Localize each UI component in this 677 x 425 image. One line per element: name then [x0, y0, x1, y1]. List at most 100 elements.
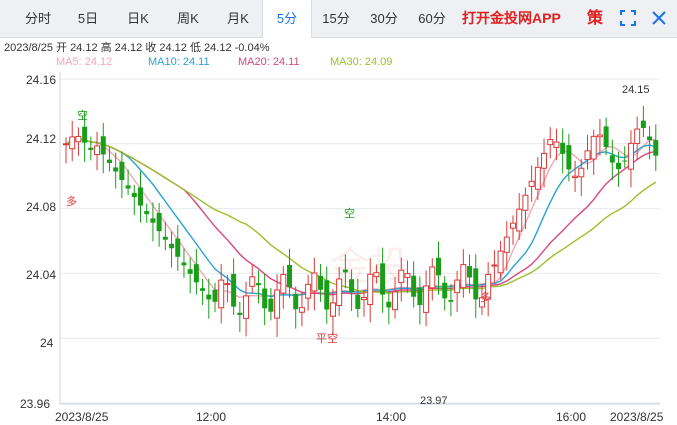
candle-body-94 — [647, 136, 653, 141]
candle-body-78 — [547, 138, 554, 146]
candle-body-33 — [268, 298, 274, 312]
candle-body-31 — [255, 283, 261, 286]
y-tick-23.96: 23.96 — [20, 397, 51, 411]
candle-body-12 — [138, 187, 143, 206]
candle-body-65 — [467, 266, 473, 278]
candle-body-5 — [94, 145, 101, 156]
candle-body-53 — [392, 291, 399, 311]
candle-body-36 — [287, 264, 292, 288]
candle-body-24 — [212, 289, 218, 302]
candle-body-3 — [82, 126, 88, 143]
candle-body-79 — [553, 141, 560, 148]
candle-body-39 — [305, 283, 312, 299]
candle-body-75 — [528, 180, 535, 187]
candle-body-20 — [187, 269, 193, 274]
y-tick-24.04: 24.04 — [26, 268, 57, 282]
candle-body-58 — [423, 285, 430, 313]
candle-body-64 — [460, 264, 467, 289]
candle-body-40 — [311, 272, 318, 292]
candle-body-47 — [355, 294, 361, 309]
candle-body-34 — [274, 289, 281, 319]
y-tick-24.08: 24.08 — [26, 200, 57, 214]
candle-body-8 — [113, 167, 119, 172]
candle-body-48 — [361, 297, 367, 301]
candle-body-2 — [75, 135, 82, 143]
candle-body-54 — [398, 269, 405, 284]
candle-body-29 — [243, 295, 250, 319]
candle-body-19 — [181, 262, 187, 266]
candle-body-13 — [144, 211, 150, 215]
candle-body-45 — [342, 269, 348, 273]
candle-body-0 — [63, 143, 69, 146]
candle-body-95 — [653, 140, 659, 156]
candle-body-70 — [497, 250, 504, 274]
candle-body-73 — [516, 208, 523, 232]
candle-body-81 — [566, 145, 572, 170]
x-label-1200: 12:00 — [196, 410, 227, 424]
max-price-label: 24.15 — [622, 84, 650, 96]
candle-body-49 — [367, 273, 374, 306]
candle-body-28 — [237, 312, 243, 315]
y-tick-24.16: 24.16 — [26, 73, 57, 87]
candle-body-57 — [417, 287, 423, 306]
candle-body-82 — [572, 175, 579, 179]
candle-body-77 — [541, 152, 548, 169]
candle-body-74 — [522, 194, 529, 211]
candle-body-62 — [448, 300, 454, 302]
x-label-1600: 16:00 — [556, 410, 587, 424]
candle-body-69 — [491, 264, 498, 267]
candle-body-14 — [150, 218, 156, 223]
min-price-label: 23.97 — [420, 395, 448, 407]
candle-body-83 — [578, 167, 585, 178]
candle-body-15 — [156, 212, 162, 232]
candle-body-61 — [442, 282, 448, 299]
candle-body-42 — [324, 280, 330, 310]
candle-body-87 — [603, 126, 609, 148]
candle-body-59 — [429, 266, 436, 289]
candle-body-71 — [503, 236, 510, 253]
candle-body-9 — [119, 161, 125, 181]
candle-body-52 — [386, 301, 392, 308]
signal-short-2: 空 — [344, 208, 355, 220]
candle-body-85 — [590, 135, 597, 160]
candle-body-22 — [200, 288, 206, 291]
candle-body-86 — [596, 134, 603, 138]
candle-body-35 — [280, 273, 287, 294]
candle-body-76 — [534, 166, 541, 190]
candle-body-80 — [560, 142, 566, 154]
candle-body-93 — [640, 120, 646, 128]
candle-body-37 — [293, 293, 299, 310]
candle-body-46 — [349, 279, 355, 293]
x-label-end: 2023/8/25 — [610, 410, 664, 424]
y-tick-24.12: 24.12 — [26, 132, 57, 146]
signal-close-short: 平空 — [316, 333, 338, 345]
y-tick-24: 24 — [40, 336, 54, 350]
signal-long-2: 多 — [480, 292, 491, 304]
candle-body-89 — [616, 162, 622, 170]
candle-body-17 — [169, 243, 175, 249]
candle-body-16 — [162, 236, 168, 240]
x-label-start: 2023/8/25 — [55, 410, 109, 424]
candle-body-60 — [436, 257, 441, 276]
candlestick-chart: 金投 — [59, 72, 660, 405]
candle-body-43 — [329, 302, 336, 317]
candle-body-6 — [100, 136, 106, 155]
candle-body-4 — [88, 147, 94, 150]
candle-body-11 — [131, 192, 137, 198]
candle-body-30 — [249, 276, 256, 287]
candle-body-21 — [193, 264, 199, 283]
candle-body-55 — [404, 273, 411, 278]
signal-short-1: 空 — [77, 110, 88, 122]
candle-body-92 — [634, 128, 641, 144]
candle-body-41 — [318, 275, 324, 290]
x-label-1400: 14:00 — [376, 410, 407, 424]
candle-body-66 — [473, 268, 479, 300]
candle-body-88 — [609, 155, 615, 163]
candle-body-23 — [206, 294, 212, 300]
candle-body-63 — [454, 279, 461, 294]
signal-long-1: 多 — [66, 196, 77, 208]
candle-body-27 — [231, 273, 237, 307]
candle-body-72 — [510, 222, 516, 229]
candle-body-38 — [298, 307, 305, 313]
candle-body-91 — [627, 142, 634, 170]
